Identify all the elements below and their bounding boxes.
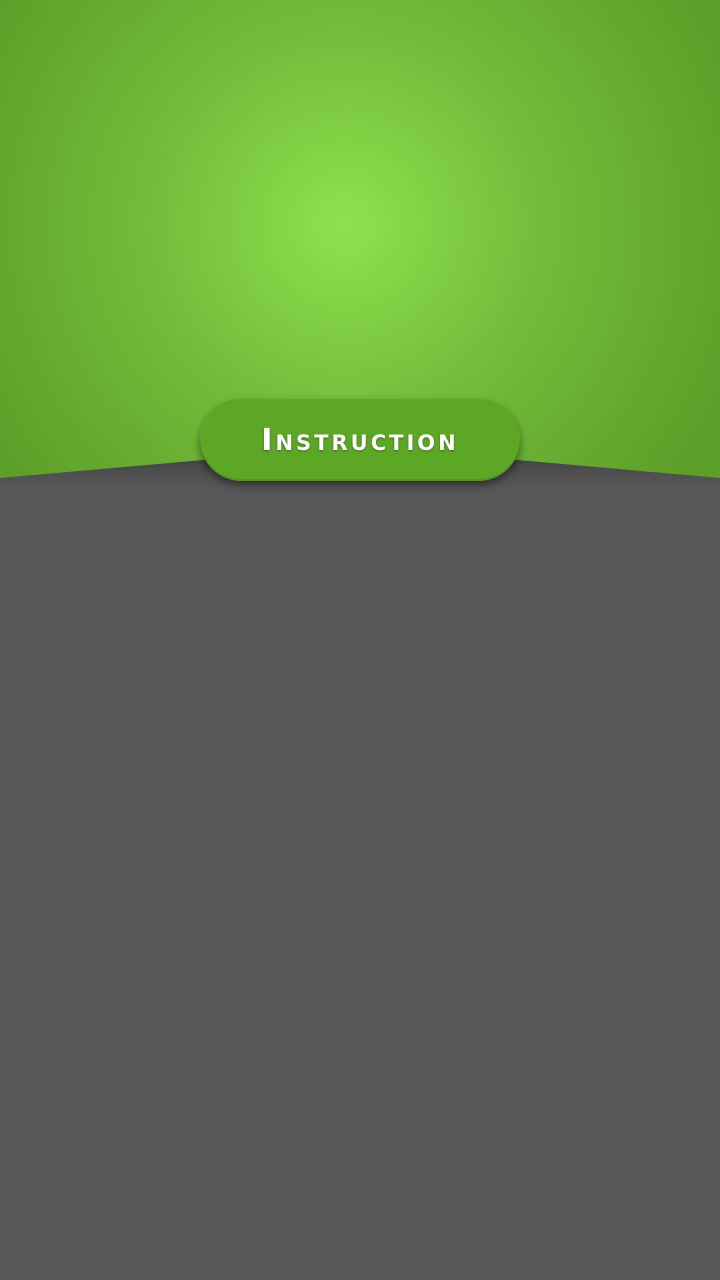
instruction-button-label: Instruction: [261, 422, 459, 458]
instruction-button[interactable]: Instruction: [200, 399, 520, 481]
app-screen: Instruction: [0, 0, 720, 1280]
content-area: [0, 500, 720, 1280]
